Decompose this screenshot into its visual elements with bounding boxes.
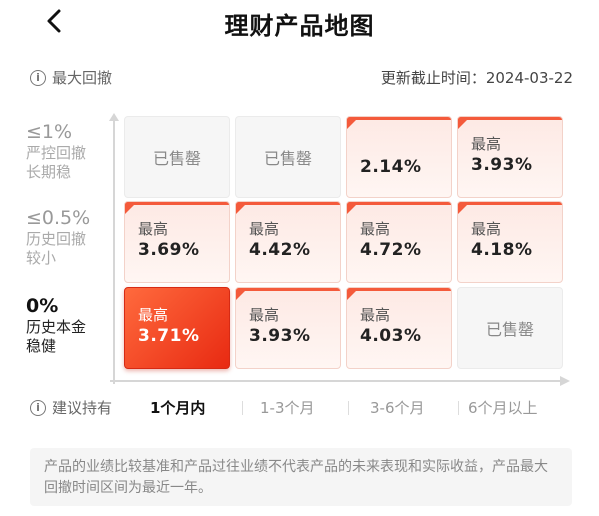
rate-label: 最高 <box>471 135 502 153</box>
product-cell[interactable]: 最高 3.93% <box>235 287 341 369</box>
product-cell[interactable]: 最高 3.93% <box>457 116 563 198</box>
y-label-desc: 历史回撤 <box>26 230 87 248</box>
y-label-0-5pct: ≤0.5% 历史回撤 较小 <box>26 206 110 268</box>
rate-value: 3.69% <box>138 240 200 260</box>
drawdown-info[interactable]: i 最大回撤 <box>30 67 112 88</box>
rate-label: 最高 <box>138 306 169 324</box>
rate-value: 4.18% <box>471 240 533 260</box>
y-label-desc: 长期稳 <box>26 163 72 181</box>
product-cell[interactable]: 2.14% <box>346 116 452 198</box>
product-cell[interactable]: 最高 4.18% <box>457 201 563 283</box>
info-icon: i <box>30 399 46 416</box>
divider <box>242 401 243 415</box>
holding-option-6m-plus[interactable]: 6个月以上 <box>468 397 538 418</box>
rate-value: 4.72% <box>360 240 422 260</box>
header-bar: 理财产品地图 <box>0 0 599 44</box>
y-label-pct: ≤0.5% <box>26 207 91 229</box>
rate-value: 4.03% <box>360 326 422 346</box>
sold-out-text: 已售罄 <box>263 149 312 168</box>
page-title: 理财产品地图 <box>224 12 375 40</box>
rate-value: 3.71% <box>138 326 200 346</box>
rate-value: 3.93% <box>471 155 533 175</box>
sold-out-text: 已售罄 <box>152 149 201 168</box>
holding-option-3-6m[interactable]: 3-6个月 <box>370 397 425 418</box>
rate-label: 最高 <box>360 220 391 238</box>
divider <box>458 401 459 415</box>
product-cell[interactable]: 最高 4.03% <box>346 287 452 369</box>
rate-label: 最高 <box>249 306 280 324</box>
y-label-desc: 稳健 <box>26 337 57 355</box>
holding-label-text: 建议持有 <box>52 399 113 417</box>
holding-option-1m[interactable]: 1个月内 <box>150 397 205 418</box>
meta-row: i 最大回撤 更新截止时间：2024-03-22 <box>30 67 573 89</box>
y-label-0pct: 0% 历史本金 稳健 <box>26 294 110 356</box>
rate-label: 最高 <box>471 220 502 238</box>
product-cell[interactable]: 最高 3.69% <box>124 201 230 283</box>
y-label-pct: 0% <box>26 295 59 317</box>
rate-value: 2.14% <box>360 157 422 177</box>
product-cell[interactable]: 已售罄 <box>124 116 230 198</box>
x-axis-arrow <box>110 376 570 386</box>
y-label-pct: ≤1% <box>26 121 73 143</box>
product-cell[interactable]: 已售罄 <box>457 287 563 369</box>
product-cell-selected[interactable]: 最高 3.71% <box>124 287 230 369</box>
holding-option-1-3m[interactable]: 1-3个月 <box>260 397 315 418</box>
product-cell[interactable]: 已售罄 <box>235 116 341 198</box>
product-cell[interactable]: 最高 4.42% <box>235 201 341 283</box>
divider <box>348 401 349 415</box>
info-icon: i <box>30 69 46 86</box>
holding-label: i 建议持有 <box>30 397 112 418</box>
rate-label: 最高 <box>249 220 280 238</box>
rate-label: 最高 <box>138 220 169 238</box>
y-label-desc: 历史本金 <box>26 318 87 336</box>
y-label-desc: 较小 <box>26 249 57 267</box>
drawdown-label: 最大回撤 <box>52 69 113 87</box>
disclaimer-text: 产品的业绩比较基准和产品过往业绩不代表产品的未来表现和实际收益，产品最大回撤时间… <box>30 448 572 506</box>
holding-period-row: i 建议持有 1个月内 1-3个月 3-6个月 6个月以上 <box>30 397 570 419</box>
update-time: 更新截止时间：2024-03-22 <box>380 69 573 87</box>
sold-out-text: 已售罄 <box>485 320 534 339</box>
rate-label: 最高 <box>360 306 391 324</box>
rate-value: 3.93% <box>249 326 311 346</box>
y-label-desc: 严控回撤 <box>26 144 87 162</box>
y-label-1pct: ≤1% 严控回撤 长期稳 <box>26 120 110 182</box>
rate-value: 4.42% <box>249 240 311 260</box>
product-cell[interactable]: 最高 4.72% <box>346 201 452 283</box>
